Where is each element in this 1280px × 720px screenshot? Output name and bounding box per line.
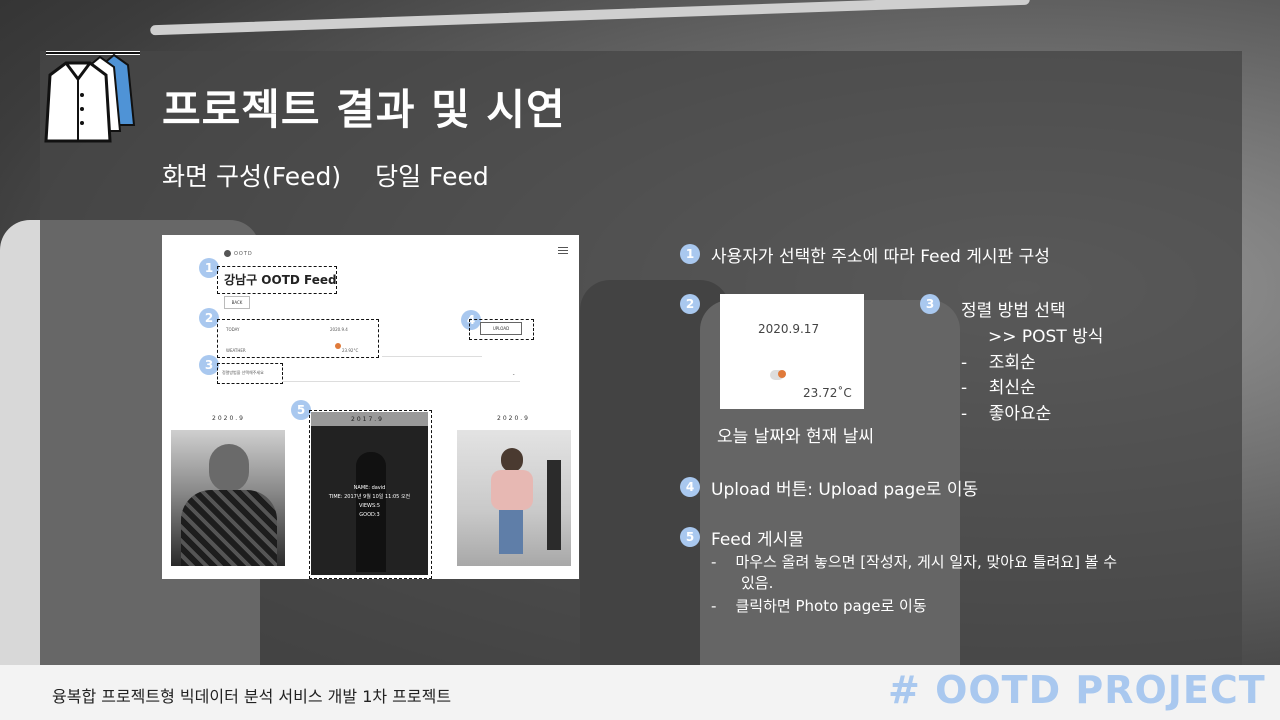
- hover-info: NAME: david TIME: 2017년 9월 10일 11:05 오전 …: [328, 485, 411, 518]
- back-button[interactable]: BACK: [224, 296, 250, 309]
- note-3-sub: >> POST 방식: [988, 327, 1104, 347]
- sort-option-views: - 조회순: [961, 353, 1036, 373]
- note-2-caption: 오늘 날짜와 현재 날씨: [717, 427, 874, 447]
- note-3-title: 정렬 방법 선택: [961, 301, 1066, 321]
- clothes-rod: [150, 0, 1030, 36]
- weather-card: 2020.9.17 23.72˚C: [720, 294, 864, 409]
- note-2-badge: 2: [680, 294, 700, 314]
- divider: [382, 356, 482, 357]
- post-photo-2-hover[interactable]: 2017.9 NAME: david TIME: 2017년 9월 10일 11…: [311, 412, 428, 575]
- note-5-title: Feed 게시물: [711, 530, 804, 550]
- sort-underline: [282, 381, 520, 382]
- subtitle-right: 당일 Feed: [375, 162, 489, 191]
- note-5-badge: 5: [680, 527, 700, 547]
- sun-icon-large: [778, 370, 786, 378]
- marker-2: 2: [199, 308, 219, 328]
- post-photo-3[interactable]: [457, 430, 571, 566]
- sort-option-likes: - 좋아요순: [961, 404, 1052, 424]
- post-year-2: 2017.9: [351, 416, 384, 423]
- marker-3: 3: [199, 355, 219, 375]
- marker-1: 1: [199, 258, 219, 278]
- note-1-badge: 1: [680, 244, 700, 264]
- upload-button[interactable]: UPLOAD: [480, 322, 522, 335]
- marker-5: 5: [291, 400, 311, 420]
- ootd-logo-icon: [224, 250, 231, 257]
- note-5-bullet-1-cont: 있음.: [741, 574, 774, 592]
- note-4-badge: 4: [680, 477, 700, 497]
- feed-title: 강남구 OOTD Feed: [224, 273, 337, 287]
- post-year-3: 2020.9: [497, 415, 530, 422]
- subtitle-left: 화면 구성(Feed): [162, 162, 342, 191]
- today-label: TODAY: [226, 327, 240, 332]
- clothes-hanger-logo-icon: [44, 51, 140, 143]
- note-3-badge: 3: [920, 294, 940, 314]
- hamburger-menu-icon[interactable]: [558, 247, 568, 256]
- note-4-text: Upload 버튼: Upload page로 이동: [711, 480, 979, 500]
- weather-label: WEATHER: [226, 348, 246, 353]
- sort-chevron-icon[interactable]: ⌄: [512, 371, 515, 376]
- page-title: 프로젝트 결과 및 시연: [162, 85, 566, 134]
- weather-temp: 23.72˚C: [803, 386, 852, 400]
- sort-placeholder[interactable]: 정렬방법을 선택해주세요: [222, 370, 264, 376]
- page-subtitle: 화면 구성(Feed) 당일 Feed: [162, 157, 523, 193]
- footer-brand: # OOTD PROJECT: [888, 668, 1266, 712]
- post-photo-1[interactable]: [171, 430, 285, 566]
- note-5-bullet-2: - 클릭하면 Photo page로 이동: [711, 597, 927, 615]
- post-year-1: 2020.9: [212, 415, 245, 422]
- sort-option-recent: - 최신순: [961, 378, 1036, 398]
- sun-icon: [335, 343, 341, 349]
- feed-screenshot: OOTD 1 강남구 OOTD Feed BACK 2 TODAY 2020.9…: [162, 235, 579, 579]
- note-5-bullet-1: - 마우스 올려 놓으면 [작성자, 게시 일자, 맞아요 틀려요] 볼 수: [711, 553, 1118, 571]
- today-value: 2020.9.4: [330, 327, 348, 332]
- footer-text: 융복합 프로젝트형 빅데이터 분석 서비스 개발 1차 프로젝트: [52, 687, 452, 706]
- weather-value: 23.92°C: [342, 348, 359, 353]
- weather-date: 2020.9.17: [758, 322, 820, 336]
- note-1-text: 사용자가 선택한 주소에 따라 Feed 게시판 구성: [711, 247, 1050, 267]
- mini-brand: OOTD: [234, 251, 253, 257]
